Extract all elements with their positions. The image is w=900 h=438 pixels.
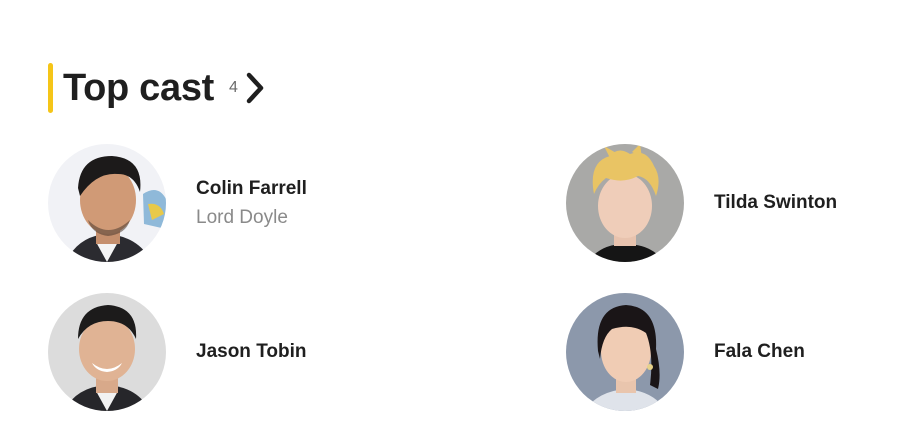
cast-name[interactable]: Fala Chen [714,340,805,364]
chevron-right-icon[interactable] [244,63,270,113]
cast-name[interactable]: Tilda Swinton [714,191,837,215]
avatar[interactable] [566,144,684,262]
character-name[interactable]: Lord Doyle [196,206,307,230]
section-title: Top cast [63,67,215,109]
cast-name[interactable]: Jason Tobin [196,340,306,364]
cast-member-tilda-swinton[interactable]: Tilda Swinton [566,143,837,263]
avatar[interactable] [48,293,166,411]
cast-count: 4 [229,79,238,96]
cast-member-jason-tobin[interactable]: Jason Tobin [48,292,306,412]
top-cast-header[interactable]: Top cast 4 [48,63,270,113]
avatar[interactable] [566,293,684,411]
cast-member-fala-chen[interactable]: Fala Chen [566,292,805,412]
cast-name[interactable]: Colin Farrell [196,177,307,201]
accent-bar [48,63,53,113]
cast-member-colin-farrell[interactable]: Colin Farrell Lord Doyle [48,143,307,263]
avatar[interactable] [48,144,166,262]
